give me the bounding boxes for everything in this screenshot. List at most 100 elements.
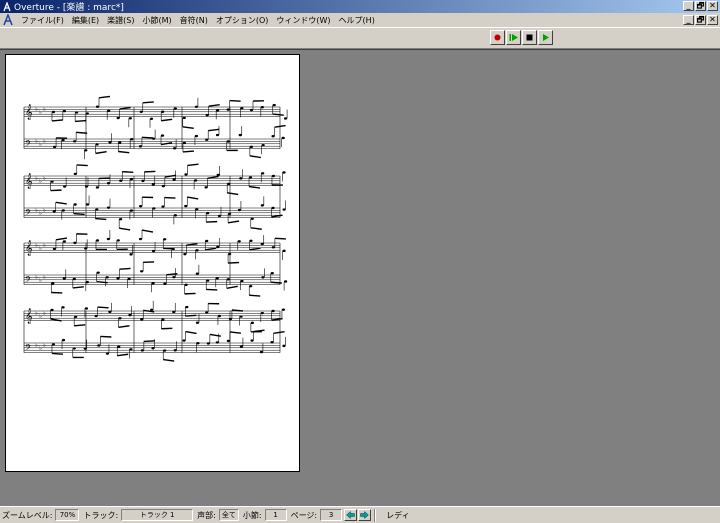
note-head[interactable] [271,246,275,249]
note-head[interactable] [95,208,99,211]
note-head[interactable] [282,344,286,348]
note-head[interactable] [216,173,220,177]
note-head[interactable] [151,249,156,253]
note-head[interactable] [205,138,209,141]
note-head[interactable] [107,109,111,112]
note-head[interactable] [97,344,101,347]
note-head[interactable] [116,277,120,280]
note-head[interactable] [94,314,98,318]
note-head[interactable] [50,308,54,312]
note-head[interactable] [227,252,232,256]
note-head[interactable] [160,134,165,137]
zoom-level-field[interactable]: 70% [55,509,80,521]
note-head[interactable] [194,134,199,138]
note-head[interactable] [74,315,78,318]
note-head[interactable] [108,141,112,144]
note-head[interactable] [260,311,264,315]
play-from-start-button[interactable] [506,30,521,45]
note-head[interactable] [182,141,187,145]
menu-help[interactable]: ヘルプ(H) [335,15,379,26]
note-head[interactable] [204,186,208,189]
note-head[interactable] [85,203,90,206]
note-head[interactable] [226,339,231,343]
note-head[interactable] [172,310,176,314]
note-head[interactable] [215,133,220,137]
note-head[interactable] [195,321,200,324]
note-head[interactable] [105,352,110,355]
note-head[interactable] [118,317,122,320]
minimize-button[interactable]: _ [683,1,694,11]
note-head[interactable] [205,113,209,117]
note-head[interactable] [106,182,111,185]
record-button[interactable] [490,30,505,45]
note-head[interactable] [163,349,167,352]
note-head[interactable] [129,209,134,212]
note-head[interactable] [261,144,265,147]
note-head[interactable] [240,106,244,110]
note-head[interactable] [270,271,274,275]
note-head[interactable] [261,172,265,175]
note-head[interactable] [106,237,110,241]
note-head[interactable] [61,306,65,309]
note-head[interactable] [260,106,264,109]
note-head[interactable] [195,272,199,275]
note-head[interactable] [161,205,165,208]
music-score[interactable]: 𝄞 ♭ ♭ ♭𝄢 ♭ ♭ ♭𝄞 ♭ ♭ ♭𝄢 ♭ ♭ ♭𝄞 ♭ ♭ ♭𝄢 ♭ ♭ ♭𝄞 ♭ ♭ ♭𝄢 ♭ ♭ ♭ [6,55,301,473]
note-head[interactable] [250,321,254,325]
doc-minimize-button[interactable]: _ [683,15,694,25]
note-head[interactable] [184,283,188,287]
note-head[interactable] [129,177,134,181]
note-head[interactable] [183,252,187,256]
note-head[interactable] [152,207,156,210]
note-head[interactable] [227,212,232,215]
note-head[interactable] [249,145,253,149]
note-head[interactable] [226,108,230,111]
note-head[interactable] [96,271,100,274]
menu-window[interactable]: ウィンドウ(W) [272,15,334,26]
note-head[interactable] [260,242,264,246]
note-head[interactable] [61,338,66,342]
note-head[interactable] [138,145,143,148]
note-head[interactable] [129,348,133,351]
note-head[interactable] [282,249,286,253]
note-head[interactable] [52,210,56,213]
note-head[interactable] [259,350,264,354]
note-head[interactable] [151,347,155,350]
track-field[interactable]: トラック 1 [121,509,194,521]
note-head[interactable] [95,105,100,108]
note-head[interactable] [73,140,77,143]
note-head[interactable] [138,237,143,241]
note-head[interactable] [171,247,175,251]
note-head[interactable] [149,117,154,120]
note-head[interactable] [184,204,188,208]
note-head[interactable] [182,339,186,342]
note-head[interactable] [75,111,79,114]
note-head[interactable] [249,284,253,288]
note-head[interactable] [260,204,264,207]
stop-button[interactable] [522,30,537,45]
note-head[interactable] [272,103,276,107]
note-head[interactable] [239,315,243,318]
note-head[interactable] [128,117,132,120]
note-head[interactable] [51,343,56,346]
note-head[interactable] [226,140,230,143]
note-head[interactable] [105,276,109,279]
note-head[interactable] [216,245,220,249]
note-head[interactable] [51,282,55,285]
note-head[interactable] [283,117,288,120]
note-head[interactable] [217,314,222,318]
note-head[interactable] [194,179,198,182]
note-head[interactable] [108,310,112,314]
note-head[interactable] [270,341,274,344]
note-head[interactable] [129,253,133,256]
note-head[interactable] [205,311,209,314]
note-head[interactable] [140,349,144,352]
note-head[interactable] [127,277,131,281]
note-head[interactable] [83,347,87,350]
note-head[interactable] [206,342,210,345]
menu-score[interactable]: 楽譜(S) [103,15,138,26]
note-head[interactable] [73,172,77,176]
note-head[interactable] [116,116,120,120]
note-head[interactable] [161,110,165,113]
note-head[interactable] [161,184,165,188]
